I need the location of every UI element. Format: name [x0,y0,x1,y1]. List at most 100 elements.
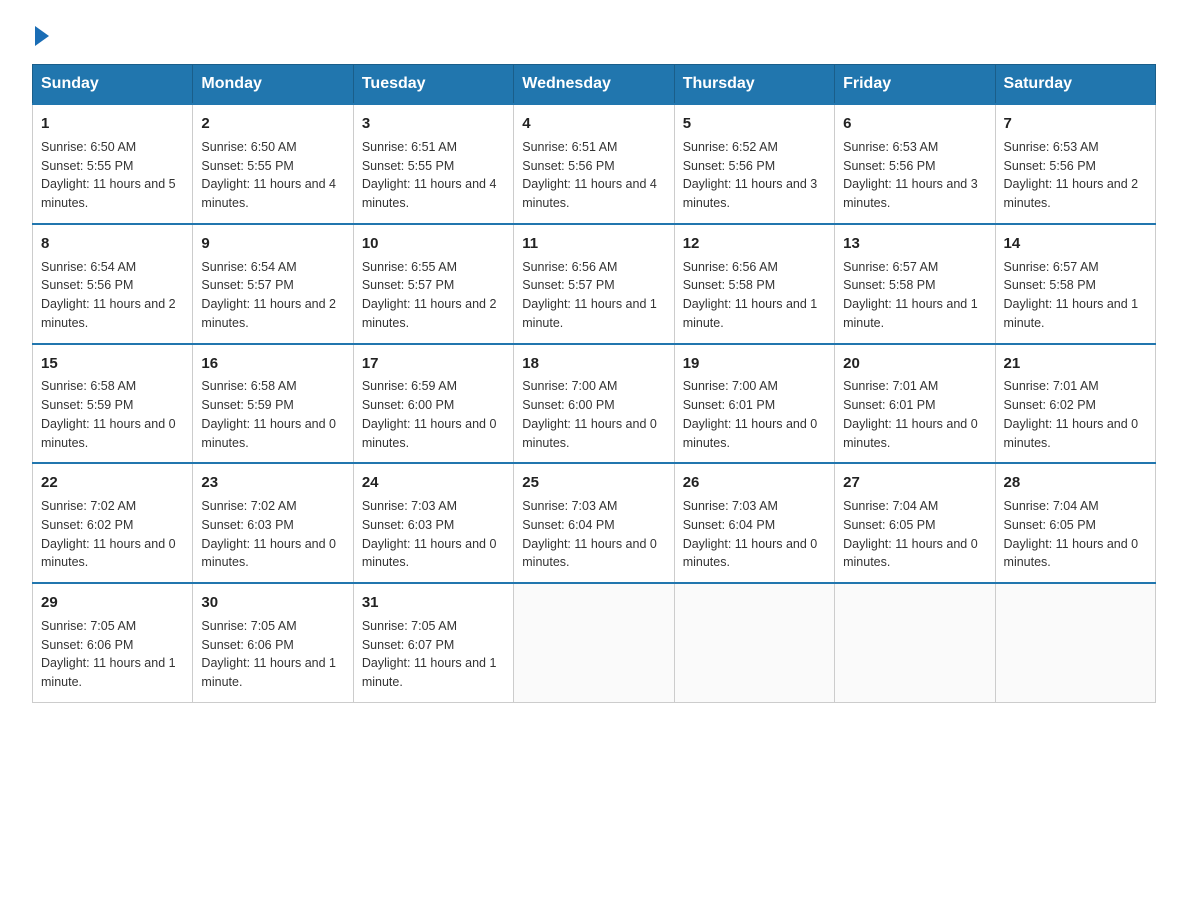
day-info: Sunrise: 6:58 AMSunset: 5:59 PMDaylight:… [201,377,344,452]
calendar-cell: 30 Sunrise: 7:05 AMSunset: 6:06 PMDaylig… [193,583,353,702]
calendar-cell: 23 Sunrise: 7:02 AMSunset: 6:03 PMDaylig… [193,463,353,583]
day-info: Sunrise: 7:00 AMSunset: 6:01 PMDaylight:… [683,377,826,452]
day-info: Sunrise: 6:56 AMSunset: 5:57 PMDaylight:… [522,258,665,333]
day-info: Sunrise: 6:51 AMSunset: 5:56 PMDaylight:… [522,138,665,213]
calendar-cell: 11 Sunrise: 6:56 AMSunset: 5:57 PMDaylig… [514,224,674,344]
calendar-cell: 12 Sunrise: 6:56 AMSunset: 5:58 PMDaylig… [674,224,834,344]
calendar-week-row: 15 Sunrise: 6:58 AMSunset: 5:59 PMDaylig… [33,344,1156,464]
calendar-cell: 17 Sunrise: 6:59 AMSunset: 6:00 PMDaylig… [353,344,513,464]
day-number: 30 [201,592,344,614]
day-number: 25 [522,472,665,494]
calendar-cell: 25 Sunrise: 7:03 AMSunset: 6:04 PMDaylig… [514,463,674,583]
calendar-table: SundayMondayTuesdayWednesdayThursdayFrid… [32,64,1156,703]
day-number: 20 [843,353,986,375]
day-info: Sunrise: 6:55 AMSunset: 5:57 PMDaylight:… [362,258,505,333]
calendar-header-row: SundayMondayTuesdayWednesdayThursdayFrid… [33,65,1156,105]
day-info: Sunrise: 7:05 AMSunset: 6:06 PMDaylight:… [201,617,344,692]
calendar-cell: 18 Sunrise: 7:00 AMSunset: 6:00 PMDaylig… [514,344,674,464]
day-info: Sunrise: 7:00 AMSunset: 6:00 PMDaylight:… [522,377,665,452]
day-number: 14 [1004,233,1147,255]
calendar-cell: 2 Sunrise: 6:50 AMSunset: 5:55 PMDayligh… [193,104,353,224]
day-number: 5 [683,113,826,135]
day-number: 19 [683,353,826,375]
calendar-cell: 8 Sunrise: 6:54 AMSunset: 5:56 PMDayligh… [33,224,193,344]
day-info: Sunrise: 6:52 AMSunset: 5:56 PMDaylight:… [683,138,826,213]
calendar-cell: 28 Sunrise: 7:04 AMSunset: 6:05 PMDaylig… [995,463,1155,583]
day-info: Sunrise: 7:02 AMSunset: 6:03 PMDaylight:… [201,497,344,572]
calendar-cell: 7 Sunrise: 6:53 AMSunset: 5:56 PMDayligh… [995,104,1155,224]
day-info: Sunrise: 6:54 AMSunset: 5:57 PMDaylight:… [201,258,344,333]
day-number: 12 [683,233,826,255]
day-header-tuesday: Tuesday [353,65,513,105]
day-header-saturday: Saturday [995,65,1155,105]
day-number: 27 [843,472,986,494]
day-info: Sunrise: 7:02 AMSunset: 6:02 PMDaylight:… [41,497,184,572]
calendar-cell: 13 Sunrise: 6:57 AMSunset: 5:58 PMDaylig… [835,224,995,344]
calendar-cell: 3 Sunrise: 6:51 AMSunset: 5:55 PMDayligh… [353,104,513,224]
day-number: 17 [362,353,505,375]
day-number: 9 [201,233,344,255]
day-info: Sunrise: 6:50 AMSunset: 5:55 PMDaylight:… [41,138,184,213]
logo [32,24,49,46]
day-info: Sunrise: 7:03 AMSunset: 6:04 PMDaylight:… [522,497,665,572]
day-info: Sunrise: 6:53 AMSunset: 5:56 PMDaylight:… [1004,138,1147,213]
calendar-cell: 4 Sunrise: 6:51 AMSunset: 5:56 PMDayligh… [514,104,674,224]
day-number: 13 [843,233,986,255]
calendar-cell: 16 Sunrise: 6:58 AMSunset: 5:59 PMDaylig… [193,344,353,464]
logo-triangle-icon [35,26,49,46]
day-number: 11 [522,233,665,255]
calendar-cell: 31 Sunrise: 7:05 AMSunset: 6:07 PMDaylig… [353,583,513,702]
calendar-cell: 6 Sunrise: 6:53 AMSunset: 5:56 PMDayligh… [835,104,995,224]
day-number: 3 [362,113,505,135]
day-info: Sunrise: 7:04 AMSunset: 6:05 PMDaylight:… [1004,497,1147,572]
calendar-cell [995,583,1155,702]
day-number: 2 [201,113,344,135]
day-info: Sunrise: 6:58 AMSunset: 5:59 PMDaylight:… [41,377,184,452]
calendar-cell: 1 Sunrise: 6:50 AMSunset: 5:55 PMDayligh… [33,104,193,224]
day-info: Sunrise: 6:57 AMSunset: 5:58 PMDaylight:… [1004,258,1147,333]
day-info: Sunrise: 7:03 AMSunset: 6:04 PMDaylight:… [683,497,826,572]
day-info: Sunrise: 7:01 AMSunset: 6:02 PMDaylight:… [1004,377,1147,452]
day-number: 10 [362,233,505,255]
calendar-cell: 26 Sunrise: 7:03 AMSunset: 6:04 PMDaylig… [674,463,834,583]
day-number: 22 [41,472,184,494]
day-info: Sunrise: 6:51 AMSunset: 5:55 PMDaylight:… [362,138,505,213]
day-info: Sunrise: 6:59 AMSunset: 6:00 PMDaylight:… [362,377,505,452]
calendar-week-row: 8 Sunrise: 6:54 AMSunset: 5:56 PMDayligh… [33,224,1156,344]
day-number: 4 [522,113,665,135]
day-info: Sunrise: 7:01 AMSunset: 6:01 PMDaylight:… [843,377,986,452]
day-number: 24 [362,472,505,494]
day-info: Sunrise: 7:04 AMSunset: 6:05 PMDaylight:… [843,497,986,572]
calendar-cell [514,583,674,702]
day-info: Sunrise: 6:54 AMSunset: 5:56 PMDaylight:… [41,258,184,333]
calendar-cell: 14 Sunrise: 6:57 AMSunset: 5:58 PMDaylig… [995,224,1155,344]
calendar-cell: 5 Sunrise: 6:52 AMSunset: 5:56 PMDayligh… [674,104,834,224]
day-info: Sunrise: 6:50 AMSunset: 5:55 PMDaylight:… [201,138,344,213]
day-number: 29 [41,592,184,614]
calendar-cell: 10 Sunrise: 6:55 AMSunset: 5:57 PMDaylig… [353,224,513,344]
day-info: Sunrise: 6:53 AMSunset: 5:56 PMDaylight:… [843,138,986,213]
calendar-cell: 19 Sunrise: 7:00 AMSunset: 6:01 PMDaylig… [674,344,834,464]
day-number: 16 [201,353,344,375]
day-header-sunday: Sunday [33,65,193,105]
day-header-friday: Friday [835,65,995,105]
day-info: Sunrise: 7:05 AMSunset: 6:07 PMDaylight:… [362,617,505,692]
calendar-cell: 24 Sunrise: 7:03 AMSunset: 6:03 PMDaylig… [353,463,513,583]
day-number: 28 [1004,472,1147,494]
day-number: 8 [41,233,184,255]
calendar-cell: 15 Sunrise: 6:58 AMSunset: 5:59 PMDaylig… [33,344,193,464]
calendar-week-row: 22 Sunrise: 7:02 AMSunset: 6:02 PMDaylig… [33,463,1156,583]
calendar-cell [835,583,995,702]
calendar-cell: 27 Sunrise: 7:04 AMSunset: 6:05 PMDaylig… [835,463,995,583]
day-header-thursday: Thursday [674,65,834,105]
day-number: 21 [1004,353,1147,375]
calendar-cell: 21 Sunrise: 7:01 AMSunset: 6:02 PMDaylig… [995,344,1155,464]
calendar-week-row: 1 Sunrise: 6:50 AMSunset: 5:55 PMDayligh… [33,104,1156,224]
day-number: 18 [522,353,665,375]
calendar-cell: 22 Sunrise: 7:02 AMSunset: 6:02 PMDaylig… [33,463,193,583]
day-header-monday: Monday [193,65,353,105]
calendar-cell [674,583,834,702]
day-number: 15 [41,353,184,375]
day-number: 7 [1004,113,1147,135]
day-number: 1 [41,113,184,135]
